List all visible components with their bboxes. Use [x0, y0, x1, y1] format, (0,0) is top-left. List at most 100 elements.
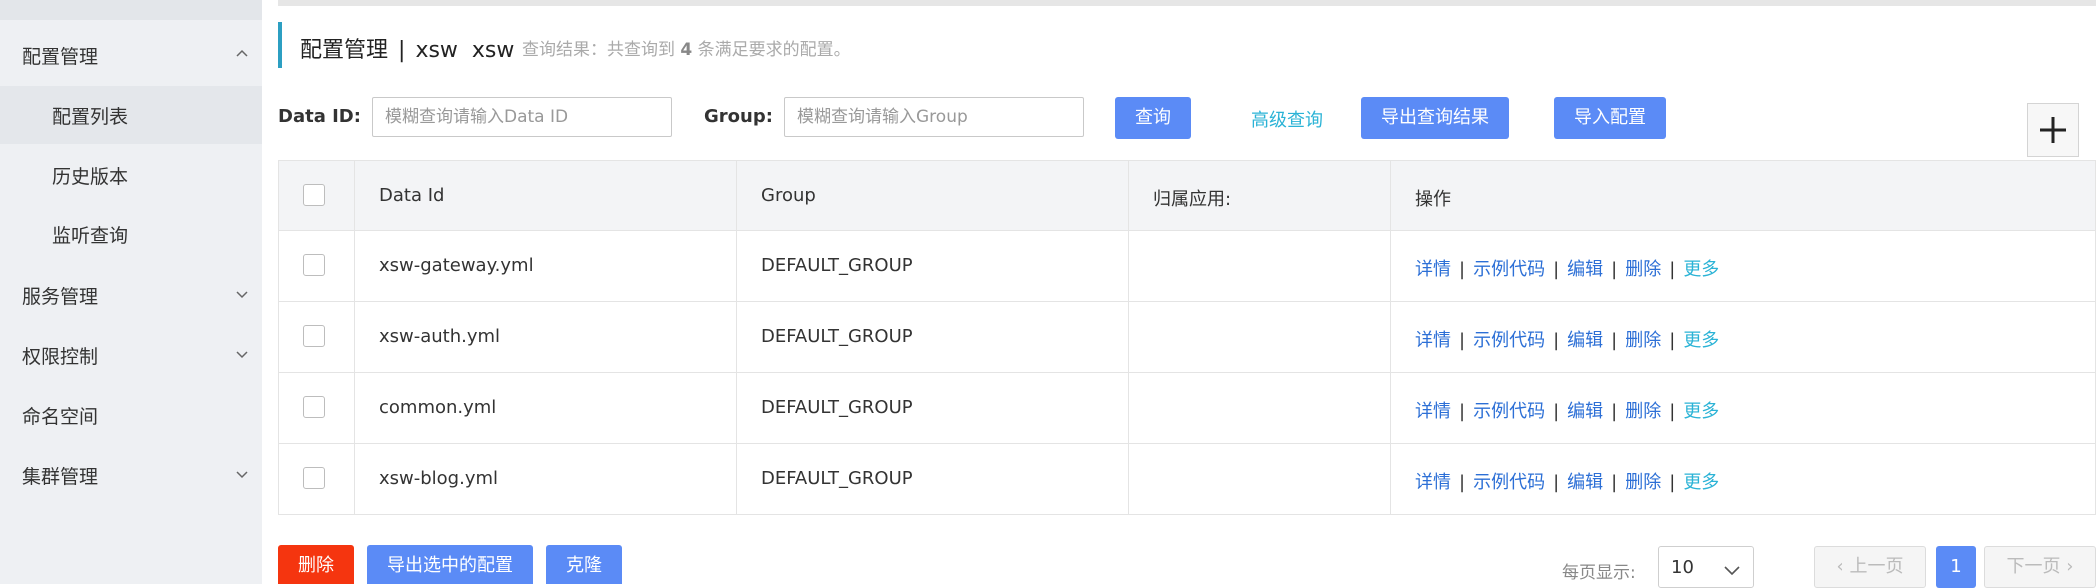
- action-separator: |: [1459, 259, 1466, 280]
- delete-link[interactable]: 删除: [1625, 401, 1661, 422]
- action-separator: |: [1611, 472, 1618, 493]
- add-config-button[interactable]: [2027, 103, 2079, 157]
- action-separator: |: [1669, 259, 1676, 280]
- action-separator: |: [1553, 259, 1560, 280]
- chevron-down-icon[interactable]: [236, 468, 248, 480]
- action-separator: |: [1669, 401, 1676, 422]
- edit-link[interactable]: 编辑: [1567, 330, 1603, 351]
- group-value: DEFAULT_GROUP: [761, 326, 913, 347]
- header-app: 归属应用:: [1128, 161, 1390, 230]
- next-page-label: 下一页: [2006, 556, 2061, 577]
- app-cell: [1128, 444, 1390, 514]
- detail-link[interactable]: 详情: [1415, 472, 1451, 493]
- result-prefix: 查询结果：共查询到: [522, 40, 675, 60]
- column-header: Data Id: [379, 185, 445, 206]
- detail-link[interactable]: 详情: [1415, 330, 1451, 351]
- sample-code-link[interactable]: 示例代码: [1473, 330, 1545, 351]
- delete-link[interactable]: 删除: [1625, 472, 1661, 493]
- select-all-checkbox[interactable]: [303, 184, 325, 206]
- header-group: Group: [736, 161, 1128, 230]
- query-result-summary: 查询结果：共查询到 4 条满足要求的配置。: [522, 35, 851, 60]
- group-label: Group:: [704, 106, 773, 127]
- prev-page-button[interactable]: ‹ 上一页: [1814, 546, 1926, 588]
- action-separator: |: [1669, 330, 1676, 351]
- sidebar-item-cluster-management[interactable]: 集群管理: [22, 462, 98, 489]
- sidebar-item-listen-query[interactable]: 监听查询: [0, 205, 262, 263]
- page-size-select[interactable]: 10: [1658, 546, 1754, 588]
- page-title-text: 配置管理: [300, 38, 389, 63]
- next-page-button[interactable]: 下一页 ›: [1984, 546, 2096, 588]
- row-checkbox[interactable]: [303, 396, 325, 418]
- sample-code-link[interactable]: 示例代码: [1473, 401, 1545, 422]
- sidebar-item-access-control[interactable]: 权限控制: [22, 342, 98, 369]
- row-checkbox[interactable]: [303, 467, 325, 489]
- advanced-query-link[interactable]: 高级查询: [1251, 106, 1323, 132]
- more-link[interactable]: 更多: [1683, 472, 1719, 493]
- clone-button[interactable]: 克隆: [546, 545, 622, 584]
- data-id-cell: xsw-auth.yml: [354, 302, 736, 372]
- data-id-input[interactable]: [372, 97, 672, 137]
- export-selected-button[interactable]: 导出选中的配置: [367, 545, 533, 584]
- edit-link[interactable]: 编辑: [1567, 259, 1603, 280]
- app-cell: [1128, 302, 1390, 372]
- row-actions: 详情 | 示例代码 | 编辑 | 删除 | 更多: [1415, 326, 1719, 352]
- row-checkbox[interactable]: [303, 254, 325, 276]
- chevron-right-icon: ›: [2066, 556, 2074, 577]
- query-button[interactable]: 查询: [1115, 97, 1191, 139]
- main-content: 配置管理 | xsw xsw 查询结果：共查询到 4 条满足要求的配置。 Data …: [262, 0, 2097, 588]
- sidebar: 配置管理 配置列表 历史版本 监听查询 服务管理 权限控制 命名空间 集群管理: [0, 0, 262, 584]
- sample-code-link[interactable]: 示例代码: [1473, 472, 1545, 493]
- checkbox-cell: [278, 444, 354, 514]
- checkbox-cell: [278, 231, 354, 301]
- data-id-value: xsw-auth.yml: [379, 326, 501, 347]
- page-size-value: 10: [1671, 557, 1694, 578]
- import-config-button[interactable]: 导入配置: [1554, 97, 1666, 139]
- edit-link[interactable]: 编辑: [1567, 401, 1603, 422]
- bulk-delete-button[interactable]: 删除: [278, 545, 354, 584]
- more-link[interactable]: 更多: [1683, 401, 1719, 422]
- row-actions: 详情 | 示例代码 | 编辑 | 删除 | 更多: [1415, 397, 1719, 423]
- page-title-bar: 配置管理 | xsw xsw 查询结果：共查询到 4 条满足要求的配置。: [278, 22, 851, 68]
- row-actions: 详情 | 示例代码 | 编辑 | 删除 | 更多: [1415, 468, 1719, 494]
- edit-link[interactable]: 编辑: [1567, 472, 1603, 493]
- export-results-button[interactable]: 导出查询结果: [1361, 97, 1509, 139]
- action-separator: |: [1553, 401, 1560, 422]
- table-header-row: Data Id Group 归属应用: 操作: [278, 160, 2096, 231]
- group-value: DEFAULT_GROUP: [761, 255, 913, 276]
- detail-link[interactable]: 详情: [1415, 401, 1451, 422]
- more-link[interactable]: 更多: [1683, 330, 1719, 351]
- ops-cell: 详情 | 示例代码 | 编辑 | 删除 | 更多: [1390, 302, 2096, 372]
- sidebar-item-config-management[interactable]: 配置管理: [22, 42, 98, 69]
- detail-link[interactable]: 详情: [1415, 259, 1451, 280]
- column-header: 操作: [1415, 189, 1451, 210]
- data-id-label: Data ID:: [278, 106, 361, 127]
- group-input[interactable]: [784, 97, 1084, 137]
- plus-icon: [2040, 117, 2066, 143]
- chevron-down-icon[interactable]: [236, 348, 248, 360]
- top-divider: [278, 0, 2096, 6]
- data-id-cell: xsw-gateway.yml: [354, 231, 736, 301]
- chevron-up-icon[interactable]: [236, 48, 248, 60]
- row-checkbox[interactable]: [303, 325, 325, 347]
- namespace-label: xsw xsw: [415, 38, 515, 63]
- checkbox-cell: [278, 373, 354, 443]
- action-separator: |: [1611, 259, 1618, 280]
- more-link[interactable]: 更多: [1683, 259, 1719, 280]
- sidebar-item-service-management[interactable]: 服务管理: [22, 282, 98, 309]
- data-id-value: common.yml: [379, 397, 497, 418]
- sidebar-item-history[interactable]: 历史版本: [0, 146, 262, 204]
- data-id-value: xsw-gateway.yml: [379, 255, 534, 276]
- sidebar-item-label: 配置管理: [22, 46, 99, 68]
- sample-code-link[interactable]: 示例代码: [1473, 259, 1545, 280]
- chevron-down-icon[interactable]: [236, 288, 248, 300]
- sidebar-item-label: 服务管理: [22, 286, 99, 308]
- sidebar-item-config-list[interactable]: 配置列表: [0, 86, 262, 144]
- page-size-label: 每页显示:: [1562, 563, 1636, 583]
- column-header: 归属应用:: [1153, 189, 1232, 210]
- page-number-current[interactable]: 1: [1936, 546, 1976, 588]
- delete-link[interactable]: 删除: [1625, 259, 1661, 280]
- delete-link[interactable]: 删除: [1625, 330, 1661, 351]
- header-checkbox-cell: [278, 161, 354, 230]
- sidebar-item-namespace[interactable]: 命名空间: [22, 402, 98, 429]
- action-separator: |: [1553, 472, 1560, 493]
